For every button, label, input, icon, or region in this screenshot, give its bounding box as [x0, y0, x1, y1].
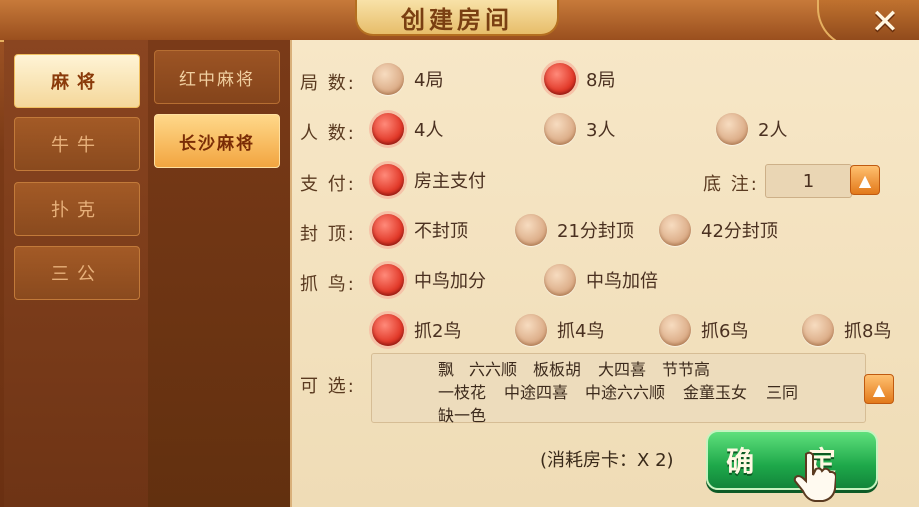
- rule-tag[interactable]: 三同: [766, 379, 798, 403]
- rule-tag[interactable]: 大四喜: [598, 356, 646, 380]
- rule-tag[interactable]: 飘: [438, 356, 454, 380]
- category-majiang[interactable]: 麻将: [14, 54, 140, 108]
- payment-option-owner[interactable]: 房主支付: [372, 164, 486, 196]
- bird-count-6[interactable]: 抓6鸟: [659, 314, 748, 346]
- players-option-2[interactable]: 2人: [716, 113, 787, 145]
- cap-option-21[interactable]: 21分封顶: [515, 214, 634, 246]
- pointer-hand-icon: [793, 451, 836, 502]
- bird-count-8[interactable]: 抓8鸟: [802, 314, 891, 346]
- bird-count-2[interactable]: 抓2鸟: [372, 314, 461, 346]
- bird-option-add[interactable]: 中鸟加分: [372, 264, 486, 296]
- subcategory-changsha[interactable]: 长沙麻将: [154, 114, 280, 168]
- cap-option-42[interactable]: 42分封顶: [659, 214, 778, 246]
- close-icon[interactable]: ✕: [867, 4, 903, 40]
- rounds-option-4[interactable]: 4局: [372, 63, 443, 95]
- radio-icon: [659, 214, 691, 246]
- room-card-cost: (消耗房卡：X 2): [540, 450, 674, 471]
- players-option-4[interactable]: 4人: [372, 113, 443, 145]
- radio-selected-icon: [372, 264, 404, 296]
- radio-icon: [515, 214, 547, 246]
- rule-tag[interactable]: 金童玉女: [683, 379, 747, 403]
- radio-selected-icon: [372, 314, 404, 346]
- radio-icon: [515, 314, 547, 346]
- radio-icon: [544, 264, 576, 296]
- radio-icon: [802, 314, 834, 346]
- rule-tag[interactable]: 六六顺: [469, 356, 517, 380]
- dialog-title: 创建房间: [355, 0, 559, 36]
- payment-label: 支 付:: [300, 174, 356, 195]
- subcategory-column: [148, 40, 290, 507]
- rule-tag[interactable]: 中途六六顺: [585, 379, 665, 403]
- bird-label: 抓 鸟:: [300, 274, 356, 295]
- radio-icon: [372, 63, 404, 95]
- optional-arrow-up-icon[interactable]: ▲: [864, 374, 894, 404]
- rule-tag[interactable]: 中途四喜: [504, 379, 568, 403]
- category-niuniu[interactable]: 牛牛: [14, 117, 140, 171]
- radio-icon: [716, 113, 748, 145]
- category-sangong[interactable]: 三公: [14, 246, 140, 300]
- players-option-3[interactable]: 3人: [544, 113, 615, 145]
- rounds-label: 局 数:: [300, 73, 356, 94]
- rule-tag[interactable]: 板板胡: [533, 356, 581, 380]
- players-label: 人 数:: [300, 123, 356, 144]
- stake-label: 底 注:: [703, 174, 759, 195]
- radio-selected-icon: [372, 164, 404, 196]
- rule-tag[interactable]: 节节高: [662, 356, 710, 380]
- optional-label: 可 选:: [300, 376, 356, 397]
- stake-value: 1: [765, 164, 852, 198]
- rule-tag[interactable]: 缺一色: [438, 402, 486, 426]
- radio-selected-icon: [372, 113, 404, 145]
- cap-option-none[interactable]: 不封顶: [372, 214, 468, 246]
- radio-selected-icon: [372, 214, 404, 246]
- bird-option-double[interactable]: 中鸟加倍: [544, 264, 658, 296]
- stake-arrow-up-icon[interactable]: ▲: [850, 165, 880, 195]
- rule-tag[interactable]: 一枝花: [438, 379, 486, 403]
- radio-icon: [659, 314, 691, 346]
- radio-icon: [544, 113, 576, 145]
- subcategory-hongzhong[interactable]: 红中麻将: [154, 50, 280, 104]
- cap-label: 封 顶:: [300, 224, 356, 245]
- radio-selected-icon: [544, 63, 576, 95]
- category-poker[interactable]: 扑克: [14, 182, 140, 236]
- rounds-option-8[interactable]: 8局: [544, 63, 615, 95]
- bird-count-4[interactable]: 抓4鸟: [515, 314, 604, 346]
